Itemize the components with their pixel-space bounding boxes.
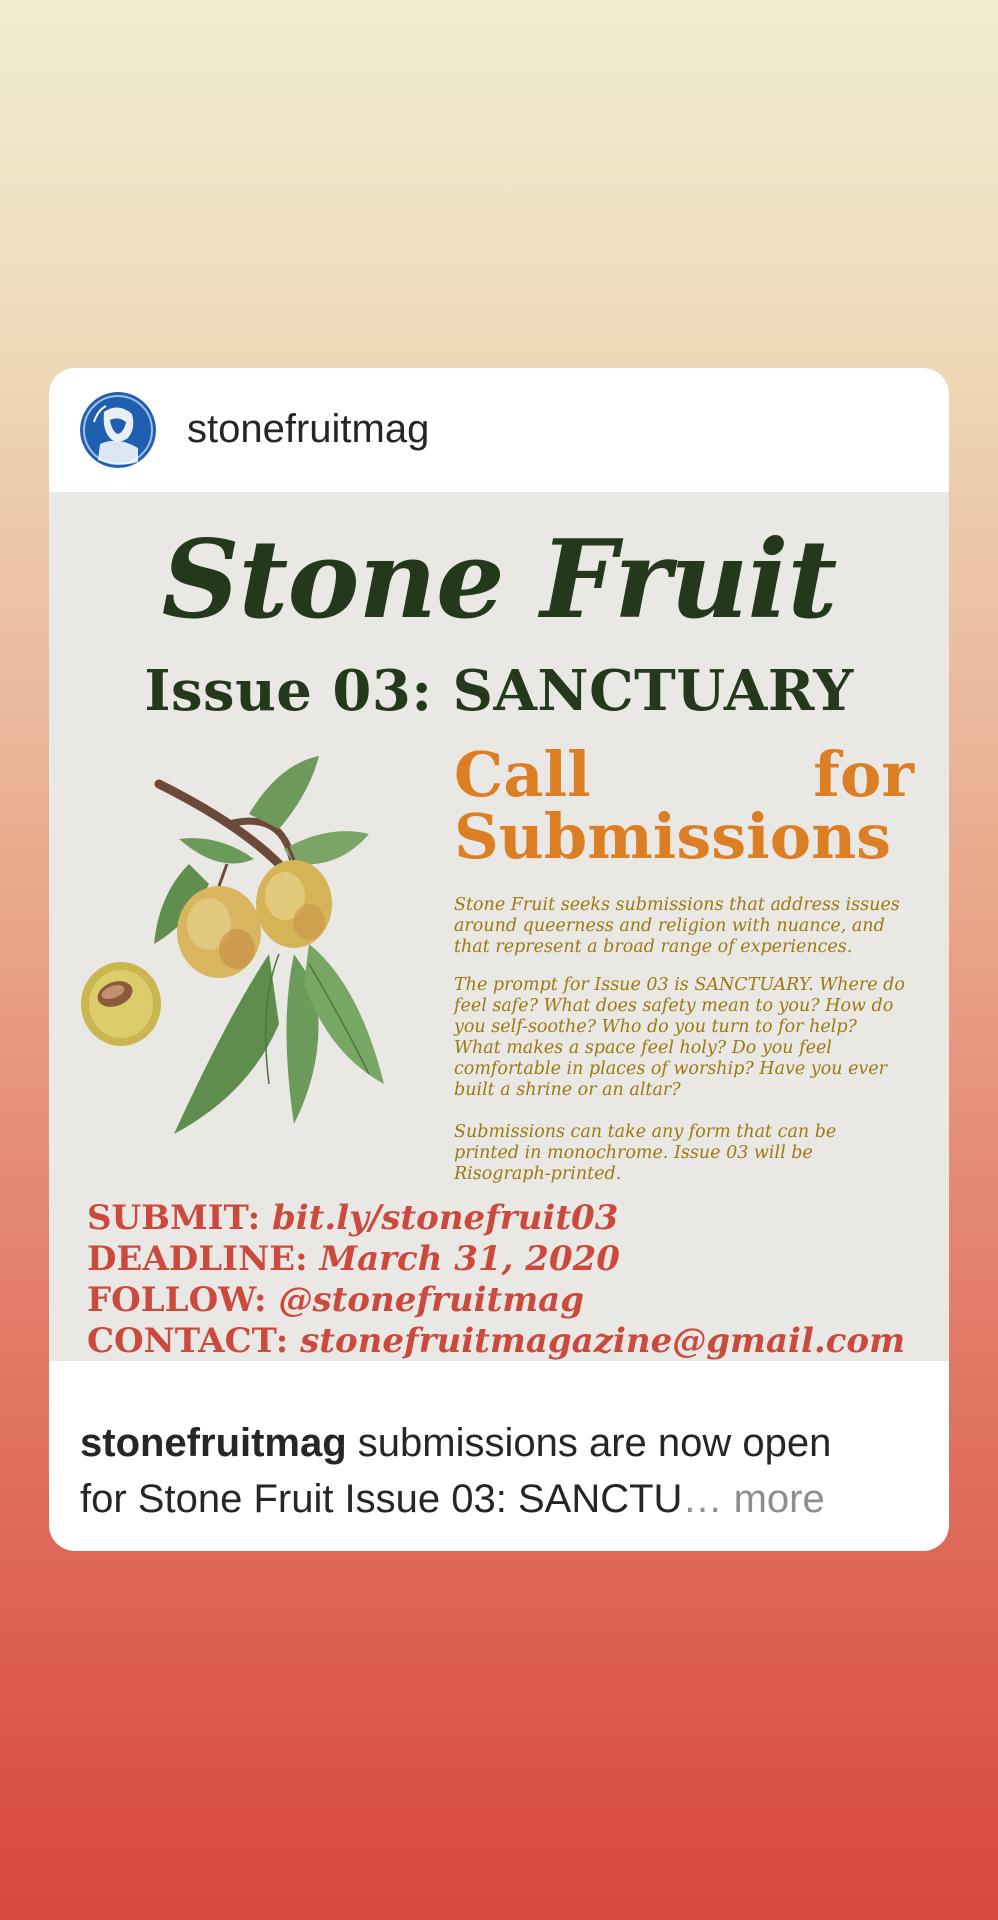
poster-paragraph-format: Submissions can take any form that can b…	[454, 1122, 914, 1185]
contact-label: CONTACT:	[87, 1321, 301, 1361]
text-line: The prompt for Issue 03 is SANCTUARY. Wh…	[454, 975, 905, 995]
text-line: built a shrine or an altar?	[454, 1080, 681, 1100]
text-line: Risograph-printed.	[454, 1164, 622, 1184]
avatar-illustration-icon	[80, 392, 156, 468]
call-for-submissions-heading: Call for Submissions	[454, 744, 914, 868]
avatar[interactable]	[80, 392, 156, 468]
deadline-line: DEADLINE: March 31, 2020	[87, 1239, 927, 1280]
post-image[interactable]: Stone Fruit Issue 03: SANCTUARY Call for…	[49, 492, 949, 1361]
caption-more-link[interactable]: more	[722, 1477, 825, 1521]
poster-paragraph-prompt: The prompt for Issue 03 is SANCTUARY. Wh…	[454, 975, 914, 1101]
caption-ellipsis: …	[682, 1477, 723, 1521]
poster-issue: Issue 03: SANCTUARY	[144, 658, 854, 724]
submit-label: SUBMIT:	[87, 1198, 272, 1238]
text-line: feel safe? What does safety mean to you?…	[454, 996, 894, 1016]
plum-branch-illustration	[81, 756, 384, 1134]
text-line: Stone Fruit seeks submissions that addre…	[454, 895, 900, 915]
caption-text-1: submissions are now open	[346, 1421, 832, 1465]
text-line: What makes a space feel holy? Do you fee…	[454, 1038, 832, 1058]
cfs-word-for: for	[813, 738, 914, 811]
poster-title: Stone Fruit	[161, 517, 838, 643]
post-username[interactable]: stonefruitmag	[187, 404, 429, 454]
follow-value: @stonefruitmag	[278, 1280, 584, 1320]
post-header: stonefruitmag	[49, 368, 949, 492]
poster-paragraph-intro: Stone Fruit seeks submissions that addre…	[454, 895, 914, 958]
text-line: you self-soothe? Who do you turn to for …	[454, 1017, 857, 1037]
submit-value: bit.ly/stonefruit03	[271, 1198, 619, 1238]
deadline-label: DEADLINE:	[87, 1239, 320, 1279]
post-caption[interactable]: stonefruitmag submissions are now open f…	[80, 1415, 920, 1527]
text-line: Submissions can take any form that can b…	[454, 1122, 837, 1142]
text-line: around queerness and religion with nuanc…	[454, 916, 885, 936]
deadline-value: March 31, 2020	[319, 1239, 620, 1279]
caption-username[interactable]: stonefruitmag	[80, 1421, 347, 1465]
caption-text-2: for Stone Fruit Issue 03: SANCTU	[80, 1477, 683, 1521]
follow-line: FOLLOW: @stonefruitmag	[87, 1280, 927, 1321]
cfs-word-submissions: Submissions	[454, 800, 892, 873]
poster-contact-block: SUBMIT: bit.ly/stonefruit03 DEADLINE: Ma…	[87, 1198, 927, 1361]
contact-line: CONTACT: stonefruitmagazine@gmail.com	[87, 1321, 927, 1361]
follow-label: FOLLOW:	[87, 1280, 279, 1320]
contact-value: stonefruitmagazine@gmail.com	[300, 1321, 906, 1361]
text-line: that represent a broad range of experien…	[454, 937, 853, 957]
cfs-word-call: Call	[454, 738, 591, 811]
text-line: printed in monochrome. Issue 03 will be	[454, 1143, 813, 1163]
post-card[interactable]: stonefruitmag Stone Fruit Issue 03: SANC…	[49, 368, 949, 1551]
submit-line: SUBMIT: bit.ly/stonefruit03	[87, 1198, 927, 1239]
text-line: comfortable in places of worship? Have y…	[454, 1059, 888, 1079]
